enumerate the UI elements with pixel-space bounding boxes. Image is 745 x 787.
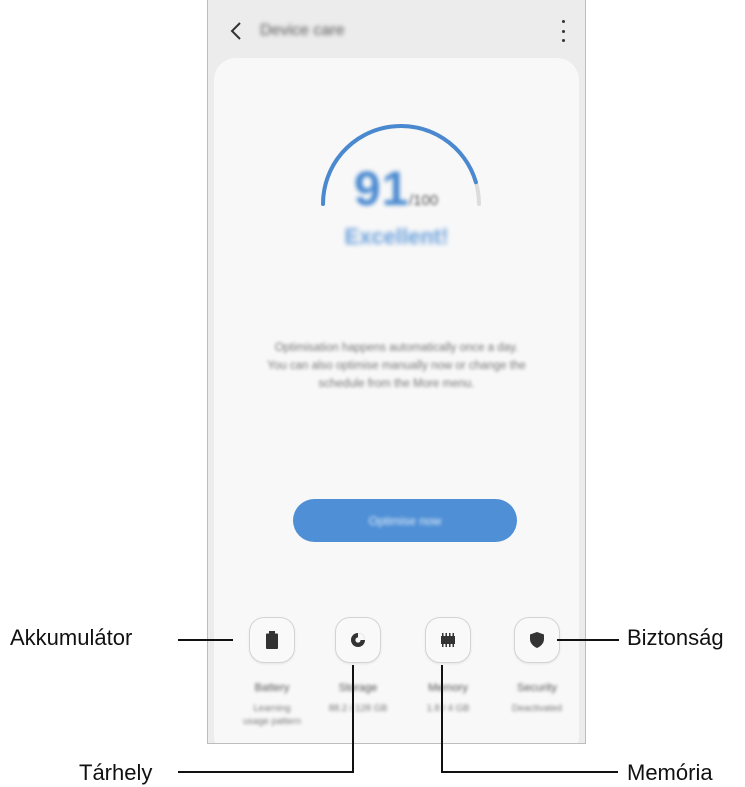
security-status-line: Deactivated (511, 703, 563, 714)
callout-memory: Memória (627, 760, 713, 785)
memory-chip-icon (441, 633, 455, 647)
page-title: Device care (260, 22, 345, 39)
storage-status-line: 88.2 / 128 GB (328, 703, 388, 714)
optimisation-description: Optimisation happens automatically once … (242, 339, 551, 393)
storage-label: Storage (338, 682, 378, 694)
callout-security: Biztonság (627, 625, 724, 650)
callout-line-storage-v (352, 665, 354, 773)
score-status: Excellent! (344, 224, 449, 249)
phone-screen: Device care 91 /100 Excellent! Optimisat… (207, 0, 586, 744)
battery-label: Battery (254, 682, 290, 694)
callout-line-security (557, 639, 619, 641)
battery-icon (266, 631, 278, 649)
storage-tile[interactable]: Storage 88.2 / 128 GB (313, 617, 403, 715)
score-max: /100 (409, 192, 439, 209)
description-line: You can also optimise manually now or ch… (267, 360, 526, 372)
callout-line-memory-v (441, 665, 443, 773)
shield-icon (530, 632, 544, 648)
more-options-icon[interactable] (555, 20, 571, 42)
callout-line-storage-h (178, 771, 354, 773)
description-line: Optimisation happens automatically once … (274, 342, 519, 354)
device-care-card: 91 /100 Excellent! Optimisation happens … (214, 58, 582, 743)
storage-pie-icon (351, 633, 365, 647)
callout-storage: Tárhely (79, 760, 153, 785)
callout-line-battery (178, 639, 233, 641)
security-tile[interactable]: Security Deactivated (492, 617, 582, 715)
security-tile-icon-box[interactable] (514, 617, 560, 663)
description-line: schedule from the More menu. (318, 378, 475, 390)
optimise-now-button[interactable]: Optimise now (293, 499, 517, 542)
optimise-now-label: Optimise now (368, 513, 442, 528)
memory-tile-icon-box[interactable] (425, 617, 471, 663)
battery-status-line: Learning (253, 703, 291, 714)
storage-tile-icon-box[interactable] (335, 617, 381, 663)
battery-tile[interactable]: Battery Learning usage pattern (227, 617, 317, 728)
battery-status-line: usage pattern (242, 716, 302, 727)
callout-battery: Akkumulátor (10, 625, 133, 650)
score-value: 91 (354, 163, 410, 216)
app-bar: Device care (208, 0, 585, 62)
memory-tile[interactable]: Memory 1.8 / 4 GB (403, 617, 493, 715)
back-arrow-icon[interactable] (226, 21, 246, 41)
memory-status-line: 1.8 / 4 GB (426, 703, 470, 714)
memory-label: Memory (428, 682, 468, 694)
battery-tile-icon-box[interactable] (249, 617, 295, 663)
callout-line-memory-h (441, 771, 618, 773)
security-label: Security (517, 682, 557, 694)
